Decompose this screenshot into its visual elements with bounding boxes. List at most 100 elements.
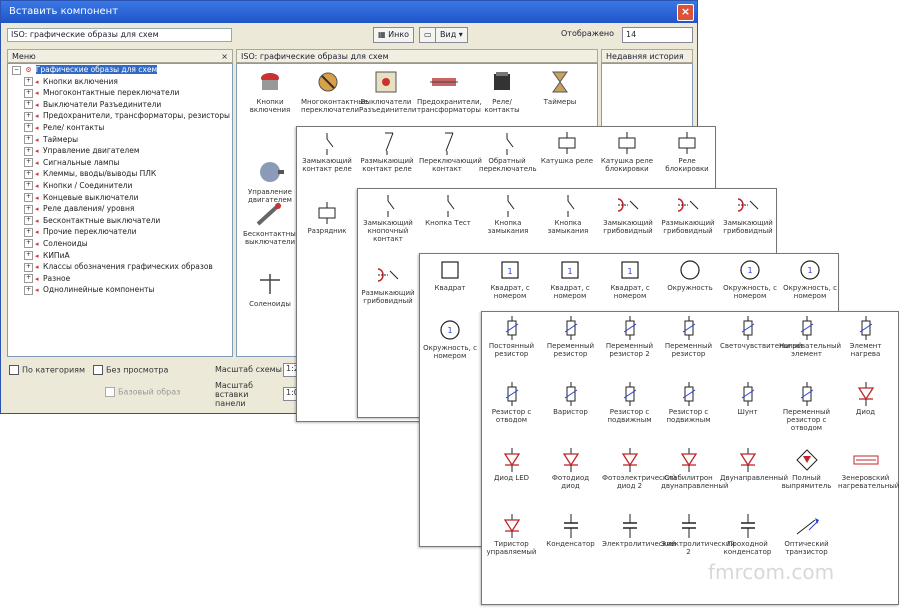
symbol-tile[interactable]: Переменный резистор 2 [602, 316, 657, 358]
symbol-tile[interactable]: 1 Окружность, с номером [722, 258, 778, 300]
symbol-tile[interactable]: Тиристор управляемый [484, 514, 539, 556]
show-block-checkbox[interactable] [105, 387, 115, 397]
symbol-tile[interactable]: Кнопка замыкания [480, 193, 536, 235]
symbol-tile[interactable]: Электролитический 2 [661, 514, 735, 556]
symbol-tile[interactable]: Размыкающий контакт реле [359, 131, 415, 173]
expand-icon[interactable]: + [24, 227, 33, 237]
tree-item[interactable]: + ◂ Бесконтактные выключатели [8, 215, 232, 227]
symbol-tile[interactable]: Катушка реле блокировки [599, 131, 655, 173]
expand-icon[interactable]: + [24, 204, 33, 214]
symbol-tile[interactable]: Постоянный резистор [484, 316, 539, 358]
symbol-tile[interactable]: Проходной конденсатор [720, 514, 775, 556]
expand-icon[interactable]: + [24, 181, 33, 191]
symbol-tile[interactable]: Переменный резистор с отводом [779, 382, 834, 432]
tree-item[interactable]: + ◂ Однолинейные компоненты [8, 284, 232, 296]
expand-icon[interactable]: + [24, 88, 33, 98]
symbol-tile[interactable]: Замыкающий контакт реле [299, 131, 355, 173]
view-icons-button[interactable]: ▦ Инко [373, 27, 415, 43]
tree-item[interactable]: + ◂ Многоконтактные переключатели [8, 87, 232, 99]
symbol-tile[interactable]: Фотодиод диод [543, 448, 598, 490]
category-tree[interactable]: − ⚙ Графические образы для схем + ◂ Кнопки… [7, 63, 233, 357]
symbol-tile[interactable]: Переключающий контакт [419, 131, 482, 173]
library-selector[interactable]: ISO: графические образы для схем [7, 28, 232, 42]
expand-icon[interactable]: + [24, 100, 33, 110]
symbol-tile[interactable]: Резистор с отводом [484, 382, 539, 424]
symbol-tile[interactable]: Размыкающий грибовидный [660, 193, 716, 235]
symbol-tile[interactable]: Варистор [543, 382, 598, 416]
expand-icon[interactable]: + [24, 262, 33, 272]
expand-icon[interactable]: + [24, 146, 33, 156]
expand-icon[interactable]: + [24, 123, 33, 133]
symbol-tile[interactable]: Элемент нагрева [838, 316, 893, 358]
symbol-tile[interactable]: Реле блокировки [659, 131, 715, 173]
tree-item[interactable]: + ◂ Кнопки включения [8, 76, 232, 88]
symbol-tile[interactable]: Кнопка замыкания [540, 193, 596, 235]
symbol-tile[interactable]: Шунт [720, 382, 775, 416]
gallery-category[interactable]: Бесконтактные выключатели [243, 200, 300, 246]
tree-item[interactable]: + ◂ Управление двигателем [8, 145, 232, 157]
expand-icon[interactable]: + [24, 77, 33, 87]
gallery-category[interactable]: Предохранители, трансформаторы [417, 68, 482, 114]
symbol-tile[interactable]: Светочувствительный [720, 316, 802, 350]
gallery-category[interactable]: Реле/ контакты [475, 68, 529, 114]
expand-icon[interactable]: + [24, 285, 33, 295]
symbol-tile[interactable]: Резистор с подвижным [602, 382, 657, 424]
gallery-category[interactable]: Управление двигателем [243, 158, 297, 204]
symbol-tile[interactable]: Нагревательный элемент [779, 316, 841, 358]
by-category-option[interactable]: По категориям [9, 365, 85, 375]
symbol-tile[interactable]: Оптический транзистор [779, 514, 834, 556]
no-preview-checkbox[interactable] [93, 365, 103, 375]
symbol-tile[interactable]: Разрядник [299, 201, 355, 235]
symbol-tile[interactable]: 1 Окружность, с номером [782, 258, 838, 300]
symbol-tile[interactable]: 1 Окружность, с номером [422, 318, 478, 360]
symbol-tile[interactable]: Обратный переключатель [479, 131, 537, 173]
gallery-category[interactable]: Таймеры [533, 68, 587, 106]
expand-icon[interactable]: + [24, 169, 33, 179]
symbol-tile[interactable]: Полный выпрямитель [779, 448, 834, 490]
tree-item[interactable]: + ◂ Клеммы, вводы/выводы ПЛК [8, 168, 232, 180]
tree-item[interactable]: + ◂ Прочие переключатели [8, 226, 232, 238]
symbol-tile[interactable]: 1 Квадрат, с номером [482, 258, 538, 300]
expand-icon[interactable]: + [24, 251, 33, 260]
count-field[interactable]: 14 [622, 27, 693, 43]
symbol-tile[interactable]: Окружность [662, 258, 718, 292]
tree-item[interactable]: + ◂ Предохранители, трансформаторы, резист… [8, 110, 232, 122]
gallery-category[interactable]: Кнопки включения [243, 68, 297, 114]
tree-item[interactable]: + ◂ КИПиА [8, 250, 232, 262]
no-preview-option[interactable]: Без просмотра [93, 365, 168, 375]
symbol-tile[interactable]: Переменный резистор [543, 316, 598, 358]
gallery-category[interactable]: Выключатели Разъединители [359, 68, 416, 114]
show-block-option[interactable]: Базовый образ [105, 387, 180, 397]
tree-item[interactable]: + ◂ Разное [8, 273, 232, 285]
gallery-category[interactable]: Соленоиды [243, 270, 297, 308]
window-titlebar[interactable]: Вставить компонент × [1, 1, 697, 23]
by-category-checkbox[interactable] [9, 365, 19, 375]
tree-item[interactable]: + ◂ Классы обозначения графических образов [8, 261, 232, 273]
symbol-tile[interactable]: Фотоэлектрический диод 2 [602, 448, 676, 490]
tree-item[interactable]: + ◂ Реле давления/ уровня [8, 203, 232, 215]
symbol-tile[interactable]: Размыкающий грибовидный [360, 263, 416, 305]
gallery-category[interactable]: Многоконтактные переключатели [301, 68, 368, 114]
symbol-tile[interactable]: Резистор с подвижным [661, 382, 716, 424]
tree-item[interactable]: + ◂ Сигнальные лампы [8, 157, 232, 169]
symbol-tile[interactable]: Двунаправленный [720, 448, 788, 482]
symbol-tile[interactable]: Стабилитрон двунаправленный [661, 448, 728, 490]
symbol-tile[interactable]: 1 Квадрат, с номером [602, 258, 658, 300]
tree-item[interactable]: + ◂ Соленоиды [8, 238, 232, 250]
view-list-dropdown[interactable]: Вид ▾ [435, 27, 468, 43]
symbol-tile[interactable]: Электролитический [602, 514, 676, 548]
expand-icon[interactable]: + [24, 216, 33, 226]
expand-icon[interactable]: + [24, 111, 33, 121]
close-icon[interactable]: × [677, 4, 694, 21]
collapse-icon[interactable]: − [12, 65, 21, 75]
symbol-tile[interactable]: Замыкающий кнопочный контакт [360, 193, 416, 243]
symbol-tile[interactable]: Конденсатор [543, 514, 598, 548]
symbol-tile[interactable]: Диод [838, 382, 893, 416]
tree-item[interactable]: + ◂ Таймеры [8, 134, 232, 146]
symbol-tile[interactable]: 1 Квадрат, с номером [542, 258, 598, 300]
symbol-tile[interactable]: Диод LED [484, 448, 539, 482]
symbol-tile[interactable]: Катушка реле [539, 131, 595, 165]
tree-item[interactable]: + ◂ Концевые выключатели [8, 192, 232, 204]
expand-icon[interactable]: + [24, 193, 33, 203]
tree-item[interactable]: + ◂ Кнопки / Соединители [8, 180, 232, 192]
